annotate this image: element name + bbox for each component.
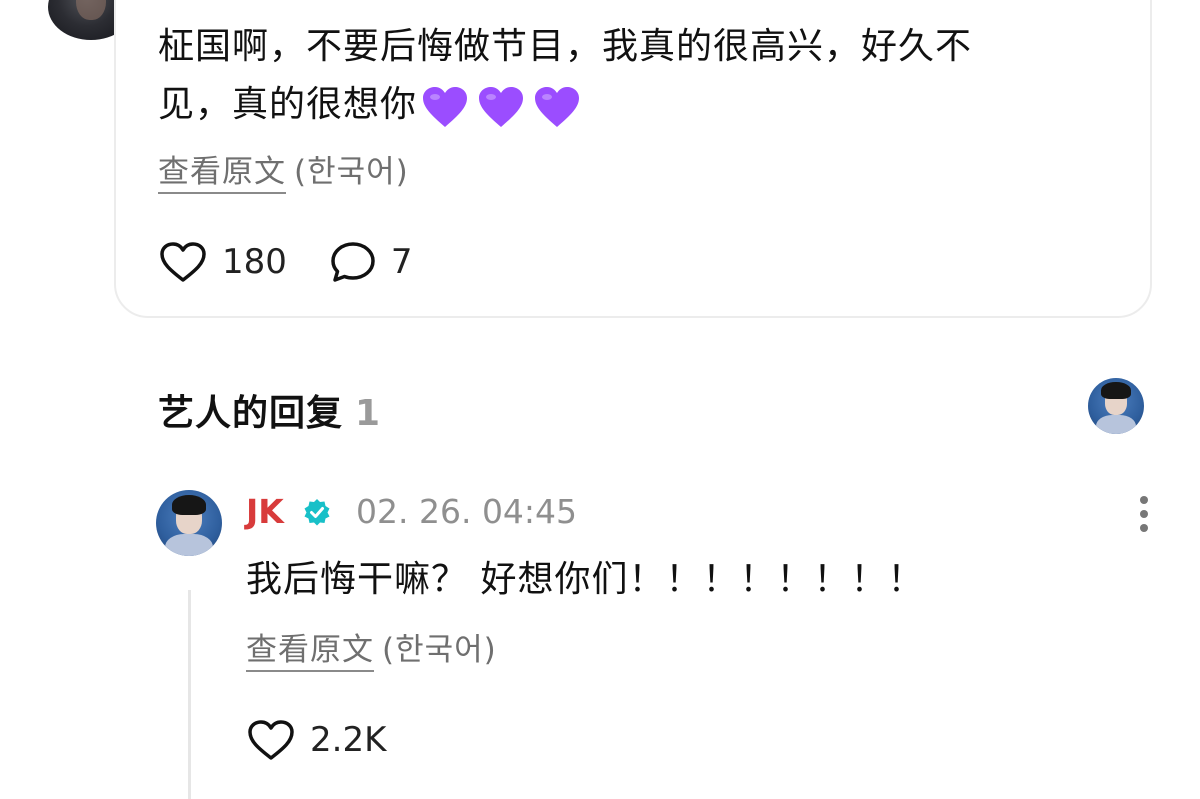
post-text-line2: 见，真的很想你 <box>158 84 418 125</box>
original-language-label: (한국어) <box>382 632 497 668</box>
thread-connector-line <box>188 590 191 799</box>
artist-replies-header: 艺人的回复 1 <box>158 384 381 436</box>
verified-badge-icon <box>304 499 330 526</box>
more-options-icon[interactable] <box>1134 494 1154 534</box>
view-original-link[interactable]: 查看原文 <box>246 632 374 668</box>
purple-hearts <box>421 77 589 135</box>
purple-heart-icon <box>423 87 468 127</box>
comment-count: 7 <box>390 242 413 282</box>
post-text-line1: 柾国啊，不要后悔做节目，我真的很高兴，好久不 <box>158 26 973 67</box>
post-like-button[interactable]: 180 <box>158 240 287 284</box>
comment-bubble-icon <box>331 242 375 282</box>
reply-author-avatar[interactable] <box>156 490 222 556</box>
purple-heart-icon <box>479 87 524 127</box>
view-original-link[interactable]: 查看原文 <box>158 154 286 190</box>
like-count: 180 <box>222 242 287 282</box>
reply-like-count: 2.2K <box>310 720 387 760</box>
post-text: 柾国啊，不要后悔做节目，我真的很高兴，好久不 见，真的很想你 <box>158 18 1088 135</box>
reply-like-button[interactable]: 2.2K <box>246 718 386 762</box>
reply-translate: 查看原文 (한국어) <box>246 624 497 669</box>
artist-replies-title: 艺人的回复 <box>158 393 344 434</box>
comment-thread-screen: 柾国啊，不要后悔做节目，我真的很高兴，好久不 见，真的很想你 查看原文 (한국어)… <box>0 0 1200 799</box>
reply-timestamp: 02. 26. 04:45 <box>356 492 578 531</box>
post-comment-button[interactable]: 7 <box>329 240 413 284</box>
purple-heart-icon <box>535 87 580 127</box>
artist-replies-count: 1 <box>355 393 382 434</box>
artist-reply-avatar[interactable] <box>1088 378 1144 434</box>
original-language-label: (한국어) <box>294 154 409 190</box>
post-stats: 180 7 <box>158 240 455 284</box>
post-translate: 查看原文 (한국어) <box>158 146 409 191</box>
reply-text: 我后悔干嘛？ 好想你们！！！！！！！！ <box>246 559 925 600</box>
heart-outline-icon <box>248 720 294 760</box>
reply-author-name[interactable]: JK <box>246 492 284 531</box>
reply-stats: 2.2K <box>246 718 428 762</box>
heart-outline-icon <box>160 242 206 282</box>
